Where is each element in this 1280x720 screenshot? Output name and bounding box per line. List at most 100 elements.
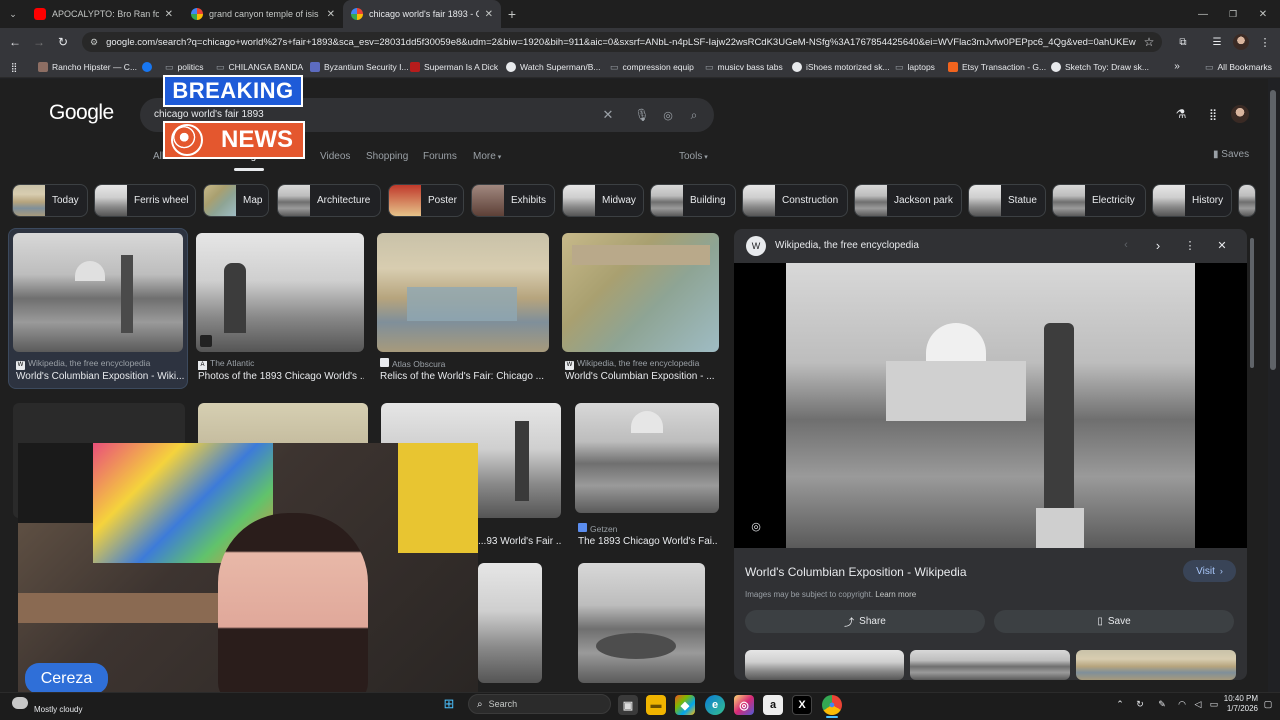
chip-construction[interactable]: Construction xyxy=(742,184,848,217)
wifi-icon[interactable]: ◠ xyxy=(1176,698,1188,710)
tab-apocalypto[interactable]: APOCALYPTO: Bro Ran for His L ✕ xyxy=(26,0,181,28)
new-tab-icon[interactable]: + xyxy=(505,6,519,22)
window-close-icon[interactable]: ✕ xyxy=(1256,7,1270,21)
chip-midway[interactable]: Midway xyxy=(562,184,644,217)
bookmark-rancho-hipster[interactable]: Rancho Hipster — C... xyxy=(38,56,137,78)
windows-start-icon[interactable]: ⊞ xyxy=(441,696,457,712)
bookmark-watch-superman[interactable]: Watch Superman/B... xyxy=(506,56,600,78)
bookmark-sketch-toy[interactable]: Sketch Toy: Draw sk... xyxy=(1051,56,1149,78)
edge-icon[interactable]: e xyxy=(705,695,725,715)
pen-icon[interactable]: ✎ xyxy=(1156,698,1168,710)
panel-scrollbar[interactable] xyxy=(1250,238,1254,368)
reading-list-icon[interactable]: ☰ xyxy=(1210,35,1224,49)
address-bar[interactable]: ⚙ google.com/search?q=chicago+world%27s+… xyxy=(82,32,1162,52)
share-button[interactable]: ⤴ Share xyxy=(745,610,985,633)
close-icon[interactable]: ✕ xyxy=(327,9,335,20)
result-title[interactable]: The 1893 Chicago World's Fai... xyxy=(578,536,718,547)
browser-menu-icon[interactable]: ⋮ xyxy=(1260,35,1271,49)
weather-icon[interactable] xyxy=(12,697,28,709)
result-image[interactable] xyxy=(478,563,542,683)
google-account-avatar[interactable] xyxy=(1231,105,1249,123)
minimize-icon[interactable]: — xyxy=(1196,7,1210,21)
bookmark-ishoes[interactable]: iShoes motorized sk... xyxy=(792,56,890,78)
tab-videos[interactable]: Videos xyxy=(320,151,350,162)
chrome-icon[interactable]: ● xyxy=(822,695,842,715)
chip-map[interactable]: Map xyxy=(203,184,269,217)
google-apps-icon[interactable]: ⣿ xyxy=(1206,107,1220,121)
close-icon[interactable]: ✕ xyxy=(1216,239,1228,252)
result-title[interactable]: World's Columbian Exposition - Wiki... xyxy=(16,371,184,382)
all-bookmarks[interactable]: ▭ All Bookmarks xyxy=(1205,56,1272,78)
close-icon[interactable]: ✕ xyxy=(485,9,493,20)
google-logo[interactable]: Google xyxy=(49,101,114,125)
chip-jackson-park[interactable]: Jackson park xyxy=(854,184,962,217)
voice-search-icon[interactable]: 🎙 xyxy=(634,107,650,123)
back-icon[interactable]: ← xyxy=(8,35,22,49)
bookmark-superman[interactable]: Superman Is A Dick xyxy=(410,56,498,78)
more-bookmarks-icon[interactable]: » xyxy=(1172,60,1182,72)
chip-statue[interactable]: Statue xyxy=(968,184,1046,217)
next-icon[interactable]: › xyxy=(1152,238,1164,253)
search-query[interactable]: chicago world's fair 1893 xyxy=(154,109,264,120)
bookmark-byzantium-security[interactable]: Byzantium Security I... xyxy=(310,56,409,78)
more-options-icon[interactable]: ⋮ xyxy=(1184,239,1196,252)
extensions-icon[interactable]: ⧉ xyxy=(1176,35,1190,49)
tools-button[interactable]: Tools ▾ xyxy=(679,151,708,162)
bookmark-star-icon[interactable]: ☆ xyxy=(1142,35,1156,49)
restore-icon[interactable]: ❐ xyxy=(1226,7,1240,21)
visit-button[interactable]: Visit › xyxy=(1183,560,1236,582)
amazon-icon[interactable]: a xyxy=(763,695,783,715)
result-title[interactable]: Relics of the World's Fair: Chicago ... xyxy=(380,371,548,382)
saves-link[interactable]: ▮ Saves xyxy=(1213,149,1249,160)
tab-grand-canyon[interactable]: grand canyon temple of isis - G ✕ xyxy=(183,0,343,28)
chip-ferris-wheel[interactable]: Ferris wheel xyxy=(94,184,196,217)
battery-icon[interactable]: ▭ xyxy=(1208,698,1220,710)
panel-source[interactable]: Wikipedia, the free encyclopedia xyxy=(775,240,919,251)
chip-architecture[interactable]: Architecture xyxy=(277,184,381,217)
chip-history[interactable]: History xyxy=(1152,184,1232,217)
chip-partial[interactable] xyxy=(1238,184,1256,217)
result-title[interactable]: ...93 World's Fair ... xyxy=(478,536,562,547)
tab-more[interactable]: More ▾ xyxy=(473,151,501,162)
task-view-icon[interactable]: ▣ xyxy=(618,695,638,715)
save-button[interactable]: ▯ Save xyxy=(994,610,1234,633)
show-hidden-icons[interactable]: ⌃ xyxy=(1114,698,1126,710)
volume-icon[interactable]: ◁ xyxy=(1192,698,1204,710)
bookmark-etsy[interactable]: Etsy Transaction - G... xyxy=(948,56,1046,78)
result-image[interactable] xyxy=(13,233,183,352)
preview-image[interactable] xyxy=(786,263,1195,548)
copilot-icon[interactable]: ◆ xyxy=(675,695,695,715)
chip-exhibits[interactable]: Exhibits xyxy=(471,184,555,217)
result-image[interactable] xyxy=(377,233,549,352)
taskbar-search[interactable]: ⌕ Search xyxy=(468,694,611,714)
page-scrollbar[interactable] xyxy=(1270,90,1276,370)
profile-avatar[interactable] xyxy=(1233,34,1249,50)
bookmark-folder-compression[interactable]: ▭ compression equip xyxy=(610,56,694,78)
tab-chicago-worlds-fair[interactable]: chicago world's fair 1893 - Goo ✕ xyxy=(343,0,501,28)
instagram-icon[interactable]: ◎ xyxy=(734,695,754,715)
forward-icon[interactable]: → xyxy=(32,35,46,49)
taskbar-clock[interactable]: 10:40 PM 1/7/2026 xyxy=(1222,694,1258,714)
learn-more-link[interactable]: Learn more xyxy=(875,590,916,599)
result-title[interactable]: Photos of the 1893 Chicago World's ... xyxy=(198,371,364,382)
tab-search-icon[interactable]: ⌄ xyxy=(6,7,20,21)
panel-title[interactable]: World's Columbian Exposition - Wikipedia xyxy=(745,565,967,579)
bookmark-folder-laptops[interactable]: ▭ laptops xyxy=(895,56,935,78)
close-icon[interactable]: ✕ xyxy=(165,9,173,20)
lens-search-icon[interactable]: ◎ xyxy=(660,107,676,123)
related-image[interactable] xyxy=(910,650,1070,680)
tab-forums[interactable]: Forums xyxy=(423,151,457,162)
sync-icon[interactable]: ↻ xyxy=(1134,698,1146,710)
chip-electricity[interactable]: Electricity xyxy=(1052,184,1146,217)
search-icon[interactable]: ⌕ xyxy=(686,107,702,123)
chip-poster[interactable]: Poster xyxy=(388,184,464,217)
result-image[interactable] xyxy=(575,403,719,513)
chip-today[interactable]: Today xyxy=(12,184,88,217)
weather-text[interactable]: Mostly cloudy xyxy=(34,705,82,714)
related-image[interactable] xyxy=(1076,650,1236,680)
clear-search-icon[interactable]: ✕ xyxy=(600,107,616,123)
bookmark-folder-bass-tabs[interactable]: ▭ musicv bass tabs xyxy=(705,56,783,78)
file-explorer-icon[interactable]: ▬ xyxy=(646,695,666,715)
lens-icon[interactable]: ◎ xyxy=(749,519,763,533)
notifications-icon[interactable]: ▢ xyxy=(1262,698,1274,710)
